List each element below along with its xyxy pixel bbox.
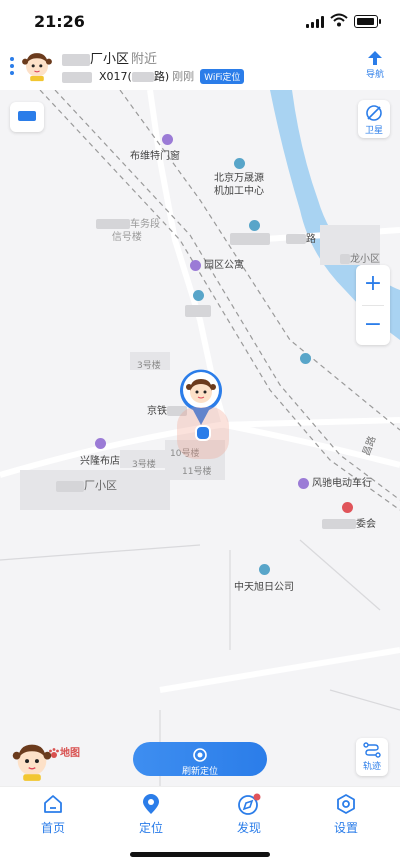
bus-stop-icon[interactable] bbox=[300, 353, 311, 364]
poi-zhongtian[interactable]: 中天旭日公司 bbox=[234, 564, 294, 593]
poi-yuanqu[interactable]: 园区公寓 bbox=[190, 256, 244, 271]
location-header: 厂小区 附近 X017( 路) 刚刚 WiFi定位 导航 bbox=[0, 44, 400, 90]
building-label: 3号楼 bbox=[137, 361, 161, 371]
wifi-icon bbox=[330, 13, 348, 27]
poi-wanshengyuan[interactable]: 北京万晟源 机加工中心 bbox=[214, 158, 264, 198]
navigate-label: 导航 bbox=[365, 70, 384, 80]
wifi-locate-badge: WiFi定位 bbox=[200, 69, 245, 84]
tab-discover[interactable]: 发现 bbox=[219, 793, 279, 836]
refresh-location-button[interactable]: 刷新定位 bbox=[133, 742, 267, 777]
home-indicator bbox=[130, 852, 270, 857]
location-suffix: 附近 bbox=[131, 52, 158, 67]
track-button[interactable]: 轨迹 bbox=[356, 738, 388, 776]
track-icon bbox=[363, 742, 381, 758]
location-address: X017( 路) 刚刚 WiFi定位 bbox=[62, 68, 245, 84]
device-location-marker[interactable] bbox=[178, 368, 224, 426]
baidu-map-logo: 地图 bbox=[48, 744, 80, 759]
poi-long-xiaoqu[interactable]: 龙小区 bbox=[340, 250, 380, 265]
battery-icon bbox=[354, 15, 378, 28]
target-icon bbox=[193, 748, 207, 762]
map-view[interactable]: 布维特门窗 北京万晟源 机加工中心 车务段 信号楼 路 龙小区 园区公寓 3号楼 … bbox=[0, 90, 400, 786]
location-pin-icon bbox=[143, 794, 159, 814]
signal-icon bbox=[306, 16, 324, 28]
zoom-control: + − bbox=[356, 265, 390, 345]
location-name: 厂小区 bbox=[90, 52, 130, 67]
navigate-button[interactable]: 导航 bbox=[362, 50, 388, 80]
tab-home[interactable]: 首页 bbox=[23, 793, 83, 836]
address-code: X017( bbox=[99, 70, 132, 83]
tab-location[interactable]: 定位 bbox=[121, 793, 181, 836]
zoom-out-button[interactable]: − bbox=[356, 306, 390, 346]
location-title: 厂小区 附近 bbox=[62, 48, 157, 67]
zoom-in-button[interactable]: + bbox=[356, 265, 390, 305]
settings-icon bbox=[337, 794, 355, 814]
poi-xinglong[interactable]: 兴隆布店 bbox=[80, 438, 120, 467]
poi-road: 路 bbox=[230, 230, 316, 245]
poi-fengchi[interactable]: 风驰电动车行 bbox=[298, 474, 372, 489]
status-bar: 21:26 bbox=[0, 0, 400, 44]
address-road: 路) bbox=[153, 70, 170, 83]
avatar[interactable] bbox=[20, 48, 54, 82]
poi-chewu[interactable]: 车务段 信号楼 bbox=[96, 218, 160, 244]
current-position-dot bbox=[195, 425, 211, 441]
poi-buweite[interactable]: 布维特门窗 bbox=[130, 134, 180, 162]
paw-icon bbox=[49, 748, 59, 758]
satellite-button[interactable]: 卫星 bbox=[358, 100, 390, 138]
building-label: 11号楼 bbox=[182, 467, 212, 477]
building-label: 10号楼 bbox=[170, 449, 200, 459]
status-time: 21:26 bbox=[34, 12, 85, 31]
home-icon bbox=[44, 795, 62, 813]
compass-icon bbox=[238, 793, 261, 815]
location-time: 刚刚 bbox=[172, 70, 195, 83]
building-label: 3号楼 bbox=[132, 460, 156, 470]
satellite-icon bbox=[366, 105, 382, 121]
battery-icon bbox=[18, 111, 36, 121]
device-battery-button[interactable] bbox=[10, 102, 44, 132]
poi-weihui[interactable]: 委会 bbox=[322, 502, 376, 530]
navigate-icon bbox=[368, 51, 382, 65]
menu-icon[interactable] bbox=[10, 57, 14, 78]
poi-pin[interactable] bbox=[193, 290, 204, 301]
tab-settings[interactable]: 设置 bbox=[316, 793, 376, 836]
poi-changxiaoqu[interactable]: 厂小区 bbox=[56, 477, 117, 493]
